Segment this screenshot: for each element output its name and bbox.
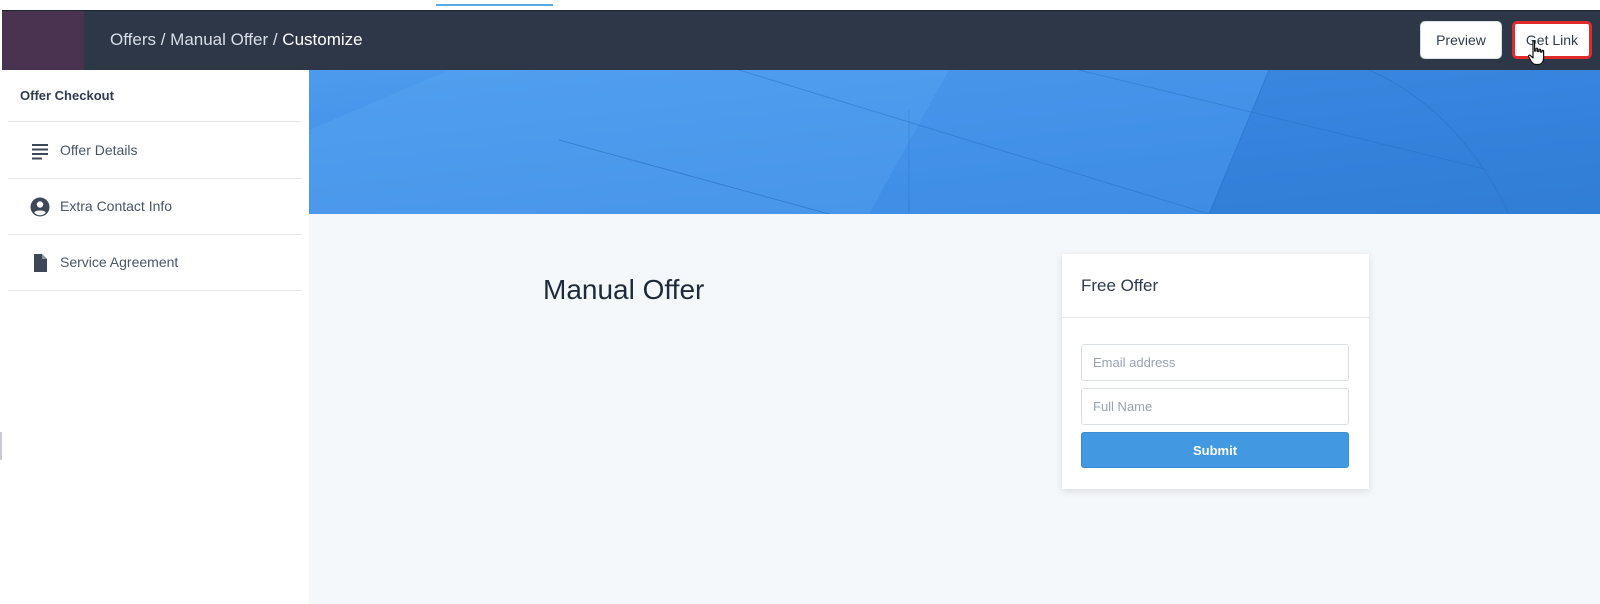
main-content: Manual Offer Free Offer Submit (309, 70, 1600, 604)
sidebar: Offer Checkout Offer Details Extra Conta… (0, 70, 309, 604)
submit-button[interactable]: Submit (1081, 432, 1349, 468)
free-offer-card: Free Offer Submit (1062, 254, 1369, 489)
breadcrumb-separator: / (155, 30, 171, 49)
page-title: Manual Offer (543, 274, 705, 305)
user-circle-icon (30, 197, 50, 217)
top-accent-bar (436, 4, 553, 6)
sidebar-item-offer-details[interactable]: Offer Details (8, 122, 302, 179)
sidebar-item-label: Extra Contact Info (60, 198, 173, 214)
card-header: Free Offer (1062, 254, 1369, 318)
breadcrumb-separator: / (268, 30, 283, 49)
hero-background-pattern (309, 70, 1600, 214)
email-field[interactable] (1081, 344, 1349, 381)
document-icon (34, 254, 47, 272)
edge-handle (0, 432, 2, 460)
breadcrumb-offers[interactable]: Offers (110, 30, 156, 49)
breadcrumb-manual-offer[interactable]: Manual Offer (170, 30, 268, 49)
hand-cursor-icon (1527, 40, 1545, 66)
full-name-field[interactable] (1081, 388, 1349, 425)
hero-banner (309, 70, 1600, 214)
top-navigation-bar: Offers / Manual Offer / Customize Previe… (2, 10, 1600, 71)
card-title: Free Offer (1081, 276, 1159, 295)
list-lines-icon (32, 144, 48, 160)
sidebar-item-label: Offer Details (60, 142, 138, 158)
sidebar-title: Offer Checkout (20, 88, 114, 103)
sidebar-item-extra-contact-info[interactable]: Extra Contact Info (8, 178, 302, 235)
get-link-button[interactable]: Get Link (1512, 21, 1592, 59)
breadcrumb: Offers / Manual Offer / Customize (110, 30, 363, 50)
sidebar-item-service-agreement[interactable]: Service Agreement (8, 234, 302, 291)
app-logo[interactable] (2, 11, 84, 71)
preview-button[interactable]: Preview (1420, 21, 1502, 59)
breadcrumb-current: Customize (282, 30, 363, 49)
sidebar-item-label: Service Agreement (60, 254, 179, 270)
